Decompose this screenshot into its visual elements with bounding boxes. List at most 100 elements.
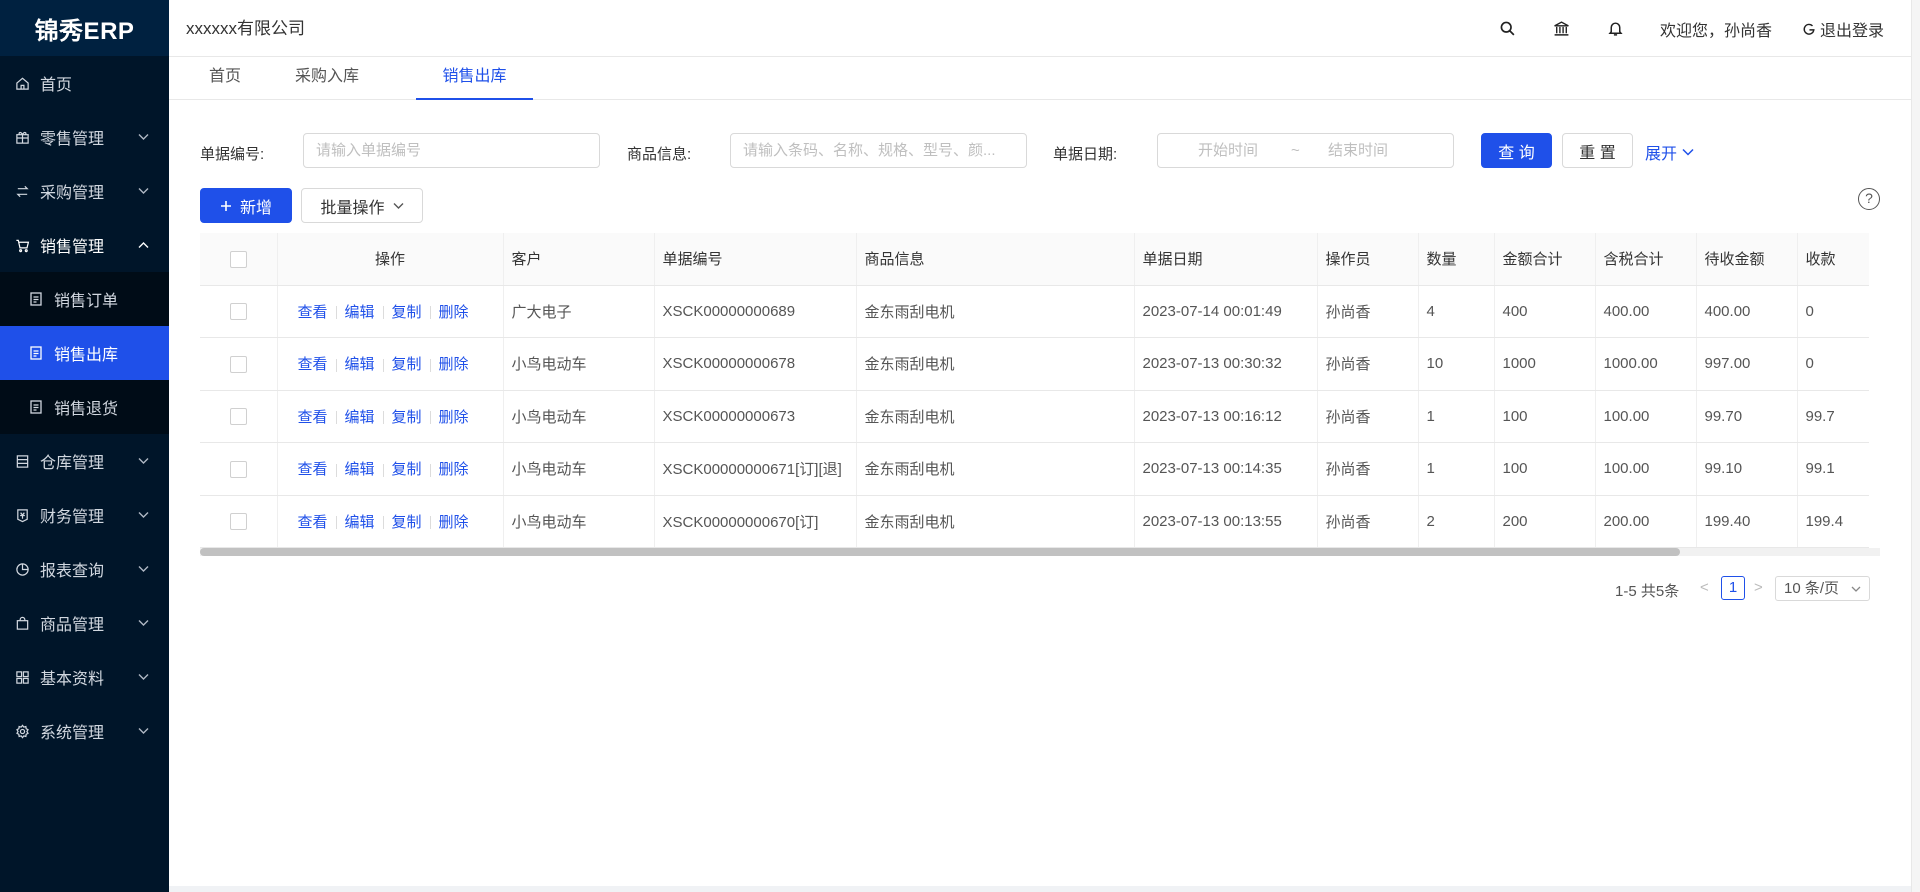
cell-bill-no: XSCK00000000678	[654, 337, 857, 391]
action-divider	[335, 516, 337, 530]
chevron-down-icon	[138, 566, 149, 572]
sidebar-item-basic-data[interactable]: 基本资料	[0, 650, 169, 704]
cell-tax-total: 1000.00	[1595, 337, 1697, 391]
row-actions-cell: 查看 编辑 复制 删除	[277, 285, 504, 338]
row-checkbox[interactable]	[229, 513, 247, 531]
sidebar-item-sales-outbound[interactable]: 销售出库	[0, 326, 169, 380]
view-action[interactable]: 查看	[298, 461, 328, 478]
pagination-page-1[interactable]: 1	[1721, 576, 1745, 600]
pagination-next[interactable]: >	[1754, 579, 1763, 596]
row-checkbox[interactable]	[229, 408, 247, 426]
date-end-input[interactable]: 结束时间	[1328, 134, 1388, 167]
shopping-bag-icon	[14, 615, 30, 631]
copy-action[interactable]: 复制	[392, 409, 422, 426]
action-divider	[382, 463, 384, 477]
delete-action[interactable]: 删除	[439, 409, 469, 426]
sidebar-item-purchase[interactable]: 采购管理	[0, 164, 169, 218]
cell-date: 2023-07-14 00:01:49	[1134, 285, 1318, 338]
action-divider	[335, 358, 337, 372]
sidebar-item-sales-order[interactable]: 销售订单	[0, 272, 169, 326]
cell-tax-total: 200.00	[1595, 495, 1697, 548]
cell-qty: 2	[1418, 495, 1495, 548]
cell-tax-total: 100.00	[1595, 390, 1697, 443]
query-button[interactable]: 查 询	[1481, 133, 1552, 168]
chevron-down-icon	[1682, 148, 1694, 156]
search-icon[interactable]	[1498, 19, 1518, 39]
date-separator: ~	[1291, 142, 1300, 159]
edit-action[interactable]: 编辑	[345, 409, 375, 426]
action-divider	[429, 411, 431, 425]
page-size-label: 10 条/页	[1784, 580, 1840, 597]
batch-operation-button[interactable]: 批量操作	[301, 188, 423, 223]
row-checkbox[interactable]	[229, 460, 247, 478]
goods-info-input[interactable]: 请输入条码、名称、规格、型号、颜...	[730, 133, 1027, 168]
header-actions: 欢迎您，孙尚香 退出登录	[1498, 0, 1911, 57]
sidebar-item-system[interactable]: 系统管理	[0, 704, 169, 758]
batch-operation-label: 批量操作	[320, 199, 385, 217]
page-size-select[interactable]: 10 条/页	[1775, 576, 1870, 601]
bill-date-label: 单据日期:	[1053, 146, 1118, 163]
cell-qty: 4	[1418, 285, 1495, 338]
copy-action[interactable]: 复制	[392, 461, 422, 478]
reset-button[interactable]: 重 置	[1562, 133, 1633, 168]
cell-amount: 400	[1494, 285, 1596, 338]
setting-icon	[14, 723, 30, 739]
sidebar-item-finance[interactable]: 财务管理	[0, 488, 169, 542]
goods-info-label: 商品信息:	[627, 146, 692, 163]
logout-label: 退出登录	[1819, 22, 1884, 40]
copy-action[interactable]: 复制	[392, 356, 422, 373]
date-start-input[interactable]: 开始时间	[1198, 134, 1258, 167]
row-checkbox[interactable]	[229, 355, 247, 373]
delete-action[interactable]: 删除	[439, 304, 469, 321]
view-action[interactable]: 查看	[298, 409, 328, 426]
view-action[interactable]: 查看	[298, 514, 328, 531]
help-icon[interactable]: ?	[1858, 188, 1880, 210]
bank-icon[interactable]	[1552, 19, 1572, 39]
cell-amount: 200	[1494, 495, 1596, 548]
cart-icon	[14, 237, 30, 253]
sidebar-item-sales-return[interactable]: 销售退货	[0, 380, 169, 434]
expand-toggle[interactable]: 展开	[1645, 140, 1694, 164]
edit-action[interactable]: 编辑	[345, 356, 375, 373]
view-action[interactable]: 查看	[298, 304, 328, 321]
column-header: 操作员	[1317, 233, 1419, 286]
horizontal-scrollbar-thumb[interactable]	[200, 548, 1680, 556]
sidebar-item-reports[interactable]: 报表查询	[0, 542, 169, 596]
bill-date-range[interactable]: 开始时间 ~ 结束时间	[1157, 133, 1454, 168]
copy-action[interactable]: 复制	[392, 514, 422, 531]
logout-button[interactable]: 退出登录	[1802, 17, 1884, 41]
sidebar-menu: 首页 零售管理 采购管理 销售管理 销售订单 销售出库 销售退货 仓库管理 财务…	[0, 56, 169, 758]
cell-tax-total: 400.00	[1595, 285, 1697, 338]
sidebar-item-sales[interactable]: 销售管理	[0, 218, 169, 272]
tab-home[interactable]: 首页	[193, 57, 257, 100]
delete-action[interactable]: 删除	[439, 514, 469, 531]
pagination-prev[interactable]: <	[1700, 579, 1709, 596]
tab-purchase-inbound[interactable]: 采购入库	[282, 57, 372, 100]
sidebar-item-label: 零售管理	[40, 131, 105, 148]
sidebar-item-goods[interactable]: 商品管理	[0, 596, 169, 650]
add-button[interactable]: 新增	[200, 188, 292, 223]
bell-icon[interactable]	[1606, 19, 1626, 39]
action-divider	[335, 411, 337, 425]
edit-action[interactable]: 编辑	[345, 461, 375, 478]
apps-icon	[14, 669, 30, 685]
tab-sales-outbound[interactable]: 销售出库	[416, 57, 533, 100]
sales-outbound-table: 操作 客户 单据编号 商品信息 单据日期 操作员 数量 金额合计 含税合计 待收…	[200, 233, 1869, 553]
sidebar-item-home[interactable]: 首页	[0, 56, 169, 110]
sidebar-item-warehouse[interactable]: 仓库管理	[0, 434, 169, 488]
vertical-scrollbar[interactable]	[1911, 0, 1920, 892]
table-row: 查看 编辑 复制 删除 小鸟电动车 XSCK00000000678 金东雨刮电机 2023-0…	[200, 337, 1869, 391]
document-icon	[28, 291, 44, 307]
edit-action[interactable]: 编辑	[345, 304, 375, 321]
cell-bill-no: XSCK00000000671[订][退]	[654, 442, 857, 496]
bill-no-input[interactable]: 请输入单据编号	[303, 133, 600, 168]
view-action[interactable]: 查看	[298, 356, 328, 373]
edit-action[interactable]: 编辑	[345, 514, 375, 531]
delete-action[interactable]: 删除	[439, 461, 469, 478]
copy-action[interactable]: 复制	[392, 304, 422, 321]
sidebar-item-retail[interactable]: 零售管理	[0, 110, 169, 164]
row-checkbox[interactable]	[229, 303, 247, 321]
cell-received: 0	[1797, 285, 1869, 338]
delete-action[interactable]: 删除	[439, 356, 469, 373]
select-all-checkbox[interactable]	[229, 250, 247, 268]
